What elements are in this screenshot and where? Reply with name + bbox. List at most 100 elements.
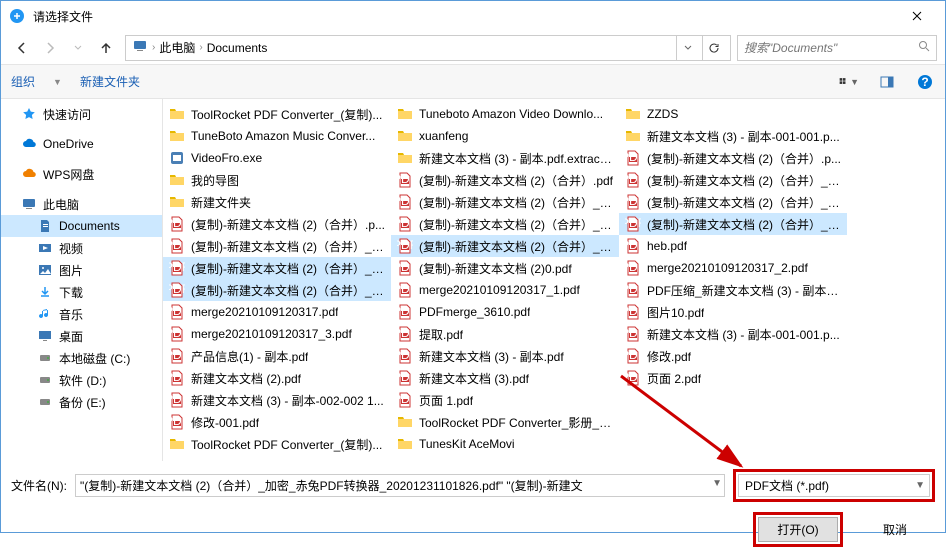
pdf-icon: PDF — [625, 238, 641, 254]
file-item[interactable]: TuneBoto Amazon Music Conver... — [163, 125, 391, 147]
sidebar-item-label: 音乐 — [59, 306, 83, 323]
file-item[interactable]: PDF(复制)-新建文本文档 (2)（合并）_已... — [163, 279, 391, 301]
file-name: 页面 2.pdf — [647, 370, 701, 387]
file-item[interactable]: PDF(复制)-新建文本文档 (2)（合并）.pdf — [391, 169, 619, 191]
file-item[interactable]: PDFPDF压缩_新建文本文档 (3) - 副本_... — [619, 279, 847, 301]
sidebar-item[interactable]: 视频 — [1, 237, 162, 259]
file-item[interactable]: PDF修改.pdf — [619, 345, 847, 367]
file-item[interactable]: PDF修改-001.pdf — [163, 411, 391, 433]
sidebar-item[interactable]: 本地磁盘 (C:) — [1, 347, 162, 369]
file-item[interactable]: xuanfeng — [391, 125, 619, 147]
filename-combobox[interactable]: ▼ — [75, 474, 725, 497]
file-item[interactable]: PDF(复制)-新建文本文档 (2)（合并）_加... — [619, 191, 847, 213]
file-item[interactable]: Tuneboto Amazon Video Downlo... — [391, 103, 619, 125]
forward-button[interactable] — [37, 35, 63, 61]
file-item[interactable]: PDF新建文本文档 (3).pdf — [391, 367, 619, 389]
breadcrumb-root[interactable]: 此电脑 — [159, 39, 195, 56]
file-item[interactable]: 新建文本文档 (3) - 副本.pdf.extract... — [391, 147, 619, 169]
pdf-icon: PDF — [625, 172, 641, 188]
file-name: 新建文本文档 (3).pdf — [419, 370, 529, 387]
search-box[interactable] — [737, 35, 937, 61]
sidebar-item[interactable]: Documents — [1, 215, 162, 237]
file-item[interactable]: PDF新建文本文档 (3) - 副本.pdf — [391, 345, 619, 367]
file-item[interactable]: PDF(复制)-新建文本文档 (2)（合并）_加... — [391, 235, 619, 257]
search-icon[interactable] — [918, 40, 930, 55]
sidebar-item[interactable]: 备份 (E:) — [1, 391, 162, 413]
sidebar-item[interactable]: 桌面 — [1, 325, 162, 347]
file-item[interactable]: 新建文本文档 (3) - 副本-001-001.p... — [619, 125, 847, 147]
pdf-icon: PDF — [625, 304, 641, 320]
breadcrumb-folder[interactable]: Documents — [207, 41, 268, 55]
file-item[interactable]: PDF(复制)-新建文本文档 (2)（合并）_1... — [391, 191, 619, 213]
file-item[interactable]: PDF(复制)-新建文本文档 (2)（合并）_加... — [163, 235, 391, 257]
sidebar-item[interactable]: 快速访问 — [1, 103, 162, 125]
sidebar-item[interactable]: 此电脑 — [1, 193, 162, 215]
file-item[interactable]: PDF提取.pdf — [391, 323, 619, 345]
search-input[interactable] — [744, 41, 912, 55]
close-button[interactable] — [897, 1, 937, 31]
file-item[interactable]: PDF(复制)-新建文本文档 (2)（合并）.p... — [163, 213, 391, 235]
file-item[interactable]: PDFmerge20210109120317_1.pdf — [391, 279, 619, 301]
file-item[interactable]: PDFmerge20210109120317_2.pdf — [619, 257, 847, 279]
address-bar[interactable]: › 此电脑 › Documents — [125, 35, 731, 61]
svg-text:PDF: PDF — [625, 282, 641, 296]
file-item[interactable]: PDF产品信息(1) - 副本.pdf — [163, 345, 391, 367]
file-item[interactable]: PDF(复制)-新建文本文档 (2)（合并）_加... — [163, 257, 391, 279]
file-item[interactable]: PDF(复制)-新建文本文档 (2)（合并）_加... — [391, 213, 619, 235]
sidebar-item[interactable]: WPS网盘 — [1, 163, 162, 185]
filename-input[interactable] — [80, 475, 720, 496]
file-name: 新建文件夹 — [191, 194, 251, 211]
pdf-icon: PDF — [625, 370, 641, 386]
file-item[interactable]: 我的导图 — [163, 169, 391, 191]
file-item[interactable]: ToolRocket PDF Converter_影册_s... — [391, 411, 619, 433]
file-item[interactable]: ToolRocket PDF Converter_(复制)... — [163, 103, 391, 125]
pic-icon — [37, 262, 53, 278]
file-item[interactable]: PDF图片10.pdf — [619, 301, 847, 323]
window-title: 请选择文件 — [33, 8, 897, 25]
sidebar-item[interactable]: 下载 — [1, 281, 162, 303]
new-folder-button[interactable]: 新建文件夹 — [80, 73, 140, 90]
view-options-button[interactable]: ▼ — [839, 72, 859, 92]
chevron-down-icon[interactable]: ▼ — [915, 480, 925, 491]
file-item[interactable]: PDFmerge20210109120317_3.pdf — [163, 323, 391, 345]
file-item[interactable]: PDF 页面 2.pdf — [619, 367, 847, 389]
file-item[interactable]: PDF新建文本文档 (3) - 副本-002-002 1... — [163, 389, 391, 411]
sidebar-item[interactable]: 音乐 — [1, 303, 162, 325]
file-name: 新建文本文档 (3) - 副本-001-001.p... — [647, 326, 840, 343]
open-button[interactable]: 打开(O) — [758, 517, 838, 542]
file-item[interactable]: PDFmerge20210109120317.pdf — [163, 301, 391, 323]
file-item[interactable]: PDF新建文本文档 (3) - 副本-001-001.p... — [619, 323, 847, 345]
sidebar-item[interactable]: 软件 (D:) — [1, 369, 162, 391]
sidebar-item[interactable]: OneDrive — [1, 133, 162, 155]
filetype-combobox[interactable]: PDF文档 (*.pdf) ▼ — [738, 474, 930, 497]
organize-menu[interactable]: 组织 — [11, 73, 35, 90]
file-item[interactable]: ToolRocket PDF Converter_(复制)... — [163, 433, 391, 455]
preview-pane-button[interactable] — [877, 72, 897, 92]
file-item[interactable]: PDF(复制)-新建文本文档 (2)（合并）_C... — [619, 169, 847, 191]
address-dropdown[interactable] — [676, 36, 698, 60]
file-item[interactable]: PDFheb.pdf — [619, 235, 847, 257]
file-item[interactable]: PDF新建文本文档 (2).pdf — [163, 367, 391, 389]
refresh-button[interactable] — [702, 36, 724, 60]
recent-dropdown[interactable] — [65, 35, 91, 61]
back-button[interactable] — [9, 35, 35, 61]
file-name: (复制)-新建文本文档 (2)（合并）_已... — [191, 282, 385, 299]
file-item[interactable]: PDFPDFmerge_3610.pdf — [391, 301, 619, 323]
file-item[interactable]: 新建文件夹 — [163, 191, 391, 213]
file-item[interactable]: ZZDS — [619, 103, 847, 125]
help-button[interactable]: ? — [915, 72, 935, 92]
file-item[interactable]: VideoFro.exe — [163, 147, 391, 169]
up-button[interactable] — [93, 35, 119, 61]
file-item[interactable]: PDF(复制)-新建文本文档 (2)0.pdf — [391, 257, 619, 279]
file-item[interactable]: PDF页面 1.pdf — [391, 389, 619, 411]
file-item[interactable]: PDF(复制)-新建文本文档 (2)（合并）.p... — [619, 147, 847, 169]
svg-text:PDF: PDF — [625, 238, 641, 252]
chevron-down-icon[interactable]: ▼ — [712, 478, 722, 489]
sidebar-item[interactable]: 图片 — [1, 259, 162, 281]
file-item[interactable]: TunesKit AceMovi — [391, 433, 619, 455]
pdf-icon: PDF — [397, 304, 413, 320]
file-name: 新建文本文档 (2).pdf — [191, 370, 301, 387]
cancel-button[interactable]: 取消 — [855, 517, 935, 542]
file-item[interactable]: PDF(复制)-新建文本文档 (2)（合并）_已... — [619, 213, 847, 235]
app-icon — [9, 8, 25, 24]
